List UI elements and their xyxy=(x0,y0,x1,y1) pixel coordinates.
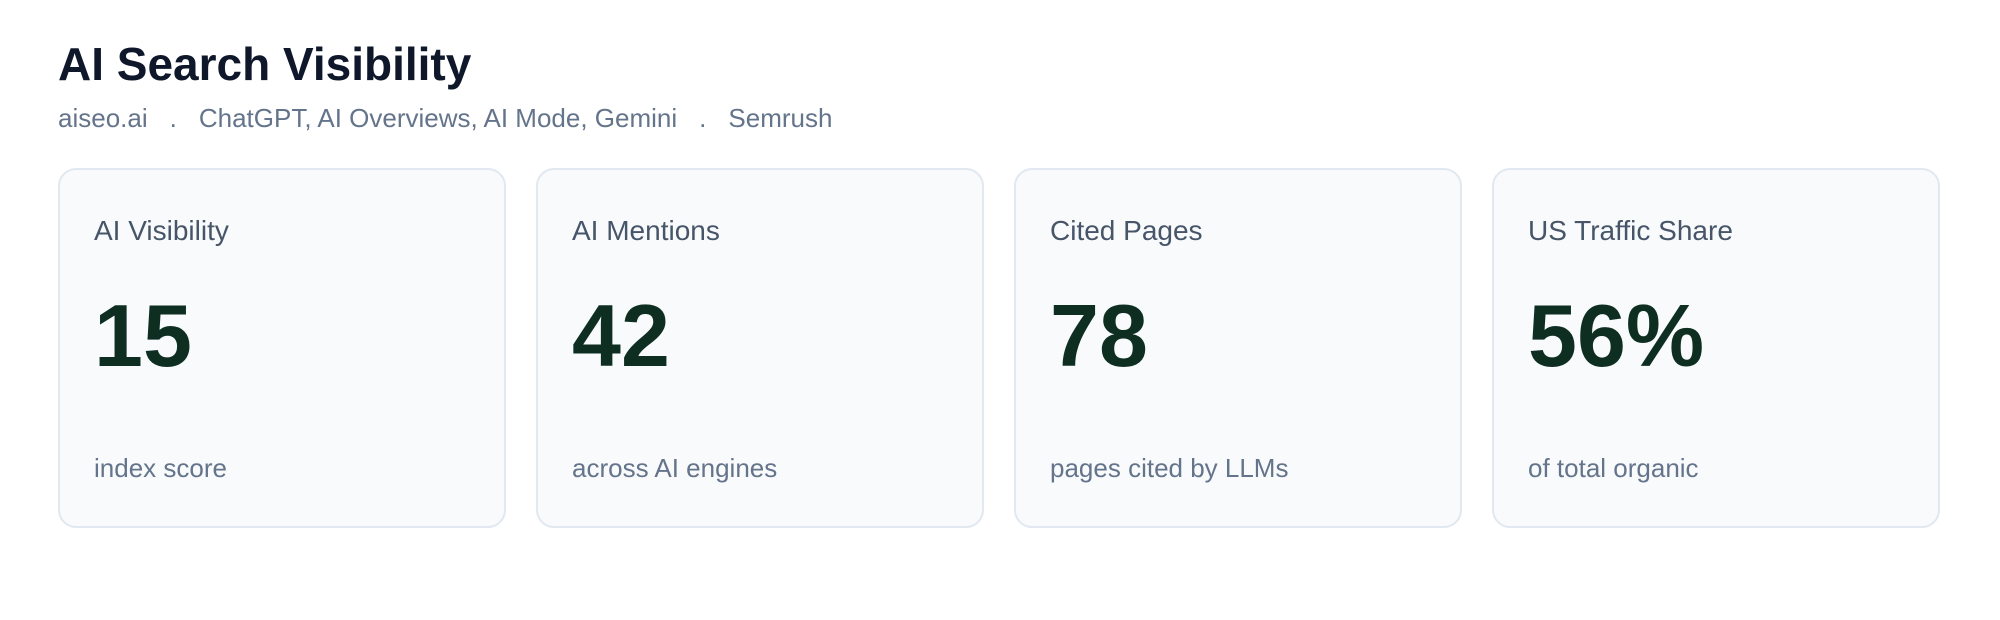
metric-caption: of total organic xyxy=(1528,453,1699,483)
subtitle-separator: . xyxy=(699,103,707,133)
subtitle-source: Semrush xyxy=(728,103,833,133)
subtitle-engines: ChatGPT, AI Overviews, AI Mode, Gemini xyxy=(198,103,678,133)
metric-value: 78 xyxy=(1050,286,1148,385)
subtitle-separator: . xyxy=(169,103,177,133)
metric-card-ai-visibility: AI Visibility 15 index score xyxy=(58,168,506,528)
subtitle-domain: aiseo.ai xyxy=(58,103,148,133)
metric-label: AI Mentions xyxy=(572,215,720,246)
metric-caption: across AI engines xyxy=(572,453,778,483)
metric-value: 42 xyxy=(572,286,670,385)
page-subtitle: aiseo.ai . ChatGPT, AI Overviews, AI Mod… xyxy=(58,102,832,134)
page-title: AI Search Visibility xyxy=(58,38,472,90)
metric-value: 15 xyxy=(94,286,192,385)
metric-caption: pages cited by LLMs xyxy=(1050,453,1289,483)
metric-cards: AI Visibility 15 index score AI Mentions… xyxy=(58,168,1940,528)
metric-caption: index score xyxy=(94,453,227,483)
metric-card-ai-mentions: AI Mentions 42 across AI engines xyxy=(536,168,984,528)
metric-label: AI Visibility xyxy=(94,215,229,246)
page-header: AI Search Visibility aiseo.ai . ChatGPT,… xyxy=(58,36,832,134)
metric-label: US Traffic Share xyxy=(1528,215,1733,246)
metric-label: Cited Pages xyxy=(1050,215,1203,246)
metric-card-cited-pages: Cited Pages 78 pages cited by LLMs xyxy=(1014,168,1462,528)
metric-card-us-traffic-share: US Traffic Share 56% of total organic xyxy=(1492,168,1940,528)
metric-value: 56% xyxy=(1528,286,1705,385)
